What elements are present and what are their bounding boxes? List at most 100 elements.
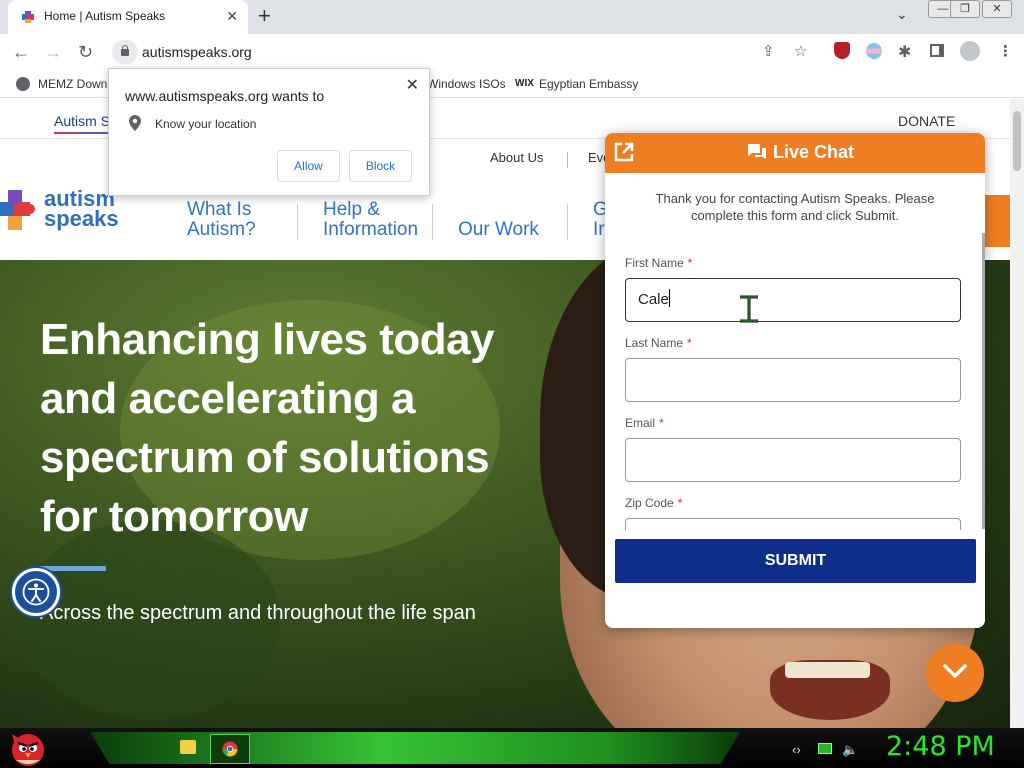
extension-flag-icon[interactable] (866, 43, 882, 59)
hero-accent-bar (40, 566, 106, 571)
popout-external-icon[interactable] (613, 141, 635, 163)
location-pin-icon (129, 115, 141, 131)
os-taskbar (0, 728, 1024, 768)
allow-button[interactable]: Allow (277, 150, 340, 182)
nav-help-line2: Information (323, 219, 419, 240)
tab-title: Home | Autism Speaks (44, 9, 166, 23)
email-label: Email * (625, 416, 664, 430)
nav-what-is-autism[interactable]: What Is Autism? (187, 200, 256, 240)
permission-text: Know your location (155, 117, 257, 131)
chrome-icon (222, 741, 238, 757)
hero-subtitle: Across the spectrum and throughout the l… (40, 602, 476, 624)
chat-header: Live Chat (605, 133, 985, 173)
first-name-label: First Name * (625, 256, 692, 270)
folder-icon[interactable] (180, 740, 196, 754)
required-asterisk: * (687, 256, 693, 270)
chevron-down-icon (943, 664, 967, 678)
text-cursor-ibeam-icon (740, 295, 758, 323)
lock-icon[interactable] (112, 40, 138, 64)
wix-bookmark-icon: WIX (515, 78, 534, 89)
taskbar-chrome-item[interactable] (210, 734, 250, 764)
tab-strip: Home | Autism Speaks ✕ + ⌄ — ❐ ✕ (0, 0, 1024, 34)
close-window-button[interactable]: ✕ (982, 0, 1012, 18)
tab-search-chevron-icon[interactable]: ⌄ (896, 6, 908, 23)
globe-bookmark-icon (16, 77, 30, 91)
accessibility-icon (22, 578, 50, 606)
tray-arrows-icon[interactable]: ‹› (792, 742, 801, 757)
nav-what-line1: What Is (187, 199, 252, 220)
zip-code-input[interactable] (625, 518, 961, 530)
chat-title: Live Chat (773, 142, 855, 162)
nav-separator (297, 204, 298, 240)
nav-our-work[interactable]: Our Work (458, 220, 539, 240)
bookmark-memz[interactable]: MEMZ Down (38, 77, 107, 91)
extensions-puzzle-icon[interactable]: ✱ (898, 42, 911, 62)
puzzle-favicon-icon (22, 11, 34, 23)
chat-intro-text: Thank you for contacting Autism Speaks. … (655, 191, 935, 223)
submit-button[interactable]: SUBMIT (615, 539, 976, 583)
topbar-brand[interactable]: Autism S (54, 113, 110, 129)
chat-bubbles-icon (748, 144, 766, 159)
location-permission-popup: www.autismspeaks.org wants to ✕ Know you… (108, 68, 430, 196)
side-panel-icon[interactable] (930, 44, 944, 57)
forward-arrow-icon[interactable]: → (44, 42, 62, 62)
about-us-link[interactable]: About Us (490, 150, 543, 165)
bookmark-star-icon[interactable]: ☆ (794, 42, 807, 60)
bookmark-windows-isos[interactable]: Windows ISOs (427, 77, 506, 91)
last-name-label-text: Last Name (625, 336, 684, 350)
chat-minimize-button[interactable] (926, 644, 984, 702)
tab-close-icon[interactable]: ✕ (226, 8, 238, 25)
menu-kebab-icon[interactable]: ⋮ (998, 42, 1013, 60)
tray-volume-icon[interactable]: 🔈 (842, 742, 858, 758)
util-separator (567, 152, 568, 168)
nav-help-information[interactable]: Help & Information (323, 200, 418, 240)
nav-help-line1: Help & (323, 199, 381, 220)
brand-underline (54, 132, 114, 134)
nav-separator (432, 204, 433, 240)
zip-code-label: Zip Code * (625, 496, 682, 510)
bookmark-egyptian-embassy[interactable]: Egyptian Embassy (539, 77, 638, 91)
required-asterisk: * (687, 336, 692, 350)
permission-title: www.autismspeaks.org wants to (125, 88, 325, 104)
address-bar[interactable]: autismspeaks.org (108, 38, 824, 66)
donate-link[interactable]: DONATE (898, 113, 955, 129)
reload-icon[interactable]: ↻ (78, 42, 93, 62)
share-icon[interactable]: ⇪ (762, 42, 775, 60)
close-popup-icon[interactable]: ✕ (406, 75, 419, 95)
required-asterisk: * (677, 496, 683, 510)
logo-text-line2: speaks (44, 206, 119, 231)
hero-title: Enhancing lives today and accelerating a… (40, 315, 495, 541)
extension-shield-icon[interactable] (834, 42, 850, 59)
tray-network-icon[interactable] (818, 743, 832, 754)
back-arrow-icon[interactable]: ← (12, 42, 30, 62)
page-scrollbar[interactable] (1010, 99, 1024, 728)
nav-separator (567, 204, 568, 240)
first-name-value: Cale (638, 291, 669, 308)
block-button[interactable]: Block (349, 150, 412, 182)
taskbar-clock[interactable]: 2:48 PM (886, 731, 995, 762)
url-text[interactable]: autismspeaks.org (142, 44, 252, 60)
live-chat-widget: Live Chat Thank you for contacting Autis… (605, 133, 985, 628)
chat-form-scrollbar[interactable] (982, 233, 985, 529)
angry-bird-start-icon[interactable] (8, 730, 48, 768)
required-asterisk: * (659, 416, 664, 430)
puzzle-logo-icon (0, 190, 35, 230)
scrollbar-thumb[interactable] (1013, 111, 1021, 171)
autism-speaks-logo[interactable]: autism speaks (0, 188, 119, 241)
header-orange-button[interactable] (984, 195, 1010, 247)
profile-avatar-icon[interactable] (960, 41, 980, 61)
restore-window-button[interactable]: ❐ (950, 0, 980, 18)
email-input[interactable] (625, 438, 961, 482)
first-name-input[interactable]: Cale (625, 278, 961, 322)
zip-code-label-text: Zip Code (625, 496, 674, 510)
nav-what-line2: Autism? (187, 219, 256, 240)
browser-tab[interactable]: Home | Autism Speaks ✕ (8, 0, 248, 34)
first-name-label-text: First Name (625, 256, 684, 270)
text-caret (668, 289, 670, 307)
new-tab-icon[interactable]: + (258, 4, 271, 28)
hero-photo-teeth (785, 662, 870, 678)
chat-title-wrap: Live Chat (747, 142, 854, 163)
accessibility-button[interactable] (12, 568, 60, 616)
email-label-text: Email (625, 416, 656, 430)
last-name-input[interactable] (625, 358, 961, 402)
